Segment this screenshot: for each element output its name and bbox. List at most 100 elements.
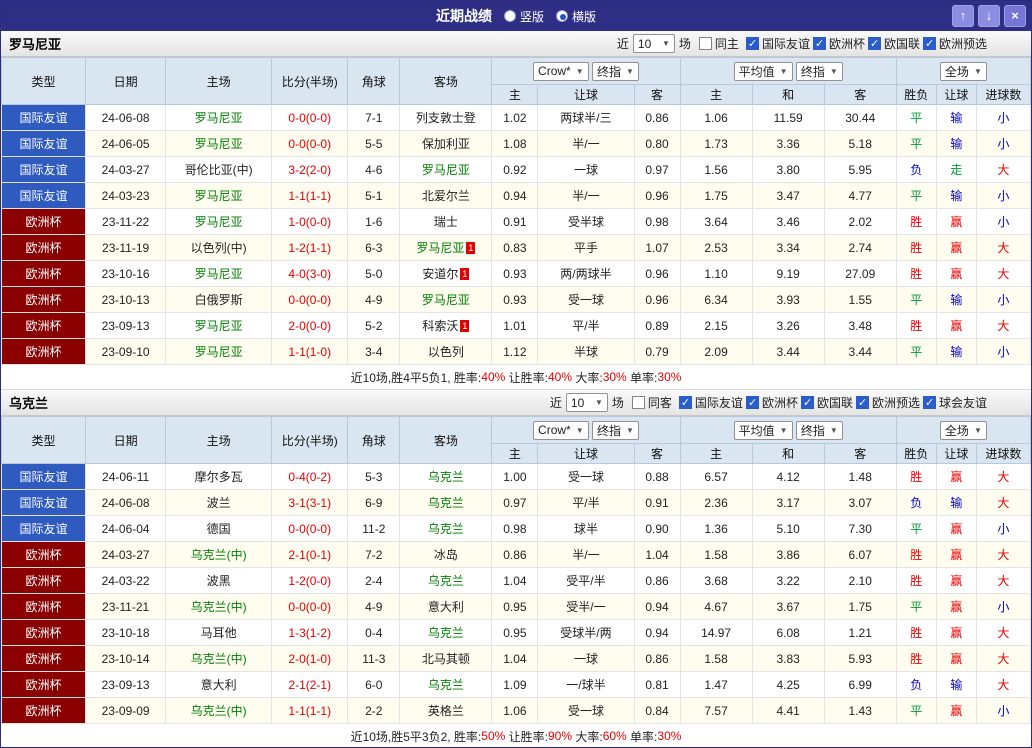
scope-select[interactable]: 全场 ▼ bbox=[939, 420, 987, 440]
corner-cell-text: 11-3 bbox=[362, 651, 386, 666]
handicap-result-cell-text: 赢 bbox=[950, 319, 963, 333]
home-team-cell: 罗马尼亚 bbox=[165, 104, 273, 131]
score-cell: 0-0(0-0) bbox=[271, 593, 349, 620]
euro-home-odds-cell-text: 2.36 bbox=[704, 495, 728, 510]
asia-away-odds-cell: 0.88 bbox=[633, 463, 681, 490]
match-result-cell-text: 平 bbox=[910, 704, 923, 718]
match-row: 欧洲杯 23-11-19 以色列(中) 1-2(1-1) 6-3 罗马尼亚 1 0.83 平手 1… bbox=[1, 234, 1031, 261]
date-cell: 23-10-16 bbox=[85, 260, 167, 287]
euro-home-odds-cell: 3.64 bbox=[679, 208, 753, 235]
home-team-cell-text: 罗马尼亚 bbox=[194, 345, 243, 359]
handicap-result-cell: 赢 bbox=[935, 234, 977, 261]
away-team-cell-text: 北爱尔兰 bbox=[421, 189, 470, 203]
asia-away-odds-cell: 0.98 bbox=[633, 208, 681, 235]
same-venue-checkbox[interactable]: 同主 bbox=[698, 35, 739, 52]
asia-away-odds-cell: 0.91 bbox=[633, 489, 681, 516]
asia-away-odds-cell: 0.80 bbox=[633, 130, 681, 157]
handicap-cell: 受一球 bbox=[537, 463, 635, 490]
league-filter-checkbox[interactable]: 欧国联 bbox=[867, 35, 920, 52]
team-section: 乌克兰 近 10 ▼ 场 同客 国际友谊欧洲杯欧国联欧洲预选球会友谊 bbox=[1, 390, 1031, 747]
bookmaker-select[interactable]: Crow* ▼ bbox=[533, 61, 589, 81]
checkbox-icon bbox=[812, 37, 826, 50]
away-team-cell: 乌克兰 bbox=[399, 515, 493, 542]
euro-draw-odds-cell: 3.26 bbox=[751, 312, 825, 339]
score-cell: 1-1(1-1) bbox=[271, 697, 349, 724]
handicap-result-cell-text: 赢 bbox=[950, 241, 963, 255]
layout-radio-vertical[interactable]: 竖版 bbox=[503, 8, 544, 25]
away-team-cell-text: 科索沃 bbox=[422, 319, 459, 333]
euro-avg-select[interactable]: 平均值 ▼ bbox=[733, 61, 793, 81]
euro-home-odds-cell: 1.36 bbox=[679, 515, 753, 542]
home-team-cell: 乌克兰(中) bbox=[165, 645, 273, 672]
table-head: 类型 日期 主场 比分(半场) 角球 客场 Crow* ▼ 终指 ▼ 平均值 ▼ 终指… bbox=[1, 57, 1031, 105]
asia-home-odds-cell-text: 1.09 bbox=[503, 677, 527, 692]
subcol-asia-away: 客 bbox=[633, 443, 681, 464]
scope-select[interactable]: 全场 ▼ bbox=[939, 61, 987, 81]
asia-away-odds-cell-text: 0.86 bbox=[645, 651, 669, 666]
close-button[interactable]: × bbox=[1004, 5, 1026, 27]
handicap-result-cell-text: 赢 bbox=[950, 600, 963, 614]
match-type-cell: 欧洲杯 bbox=[1, 260, 87, 287]
euro-final-odds-select[interactable]: 终指 ▼ bbox=[795, 61, 843, 81]
handicap-cell: 受半球 bbox=[537, 208, 635, 235]
layout-radio-horizontal[interactable]: 横版 bbox=[556, 8, 596, 25]
league-filter-checkbox[interactable]: 欧国联 bbox=[800, 394, 853, 411]
goals-result-cell: 大 bbox=[975, 541, 1031, 568]
summary-stat-value: 60% bbox=[602, 729, 627, 743]
league-filter-checkbox[interactable]: 国际友谊 bbox=[678, 394, 743, 411]
league-filter-checkbox[interactable]: 国际友谊 bbox=[745, 35, 810, 52]
asia-away-odds-cell-text: 0.98 bbox=[645, 214, 669, 229]
asia-home-odds-cell: 1.09 bbox=[491, 671, 539, 698]
home-team-cell: 罗马尼亚 bbox=[165, 182, 273, 209]
match-count-select[interactable]: 10 ▼ bbox=[632, 34, 675, 53]
date-cell: 23-11-19 bbox=[85, 234, 167, 261]
bookmaker-select[interactable]: Crow* ▼ bbox=[533, 420, 589, 440]
handicap-cell: 受半/一 bbox=[537, 593, 635, 620]
scroll-up-button[interactable]: ↑ bbox=[952, 5, 974, 27]
match-row: 国际友谊 24-06-08 罗马尼亚 0-0(0-0) 7-1 列支敦士登 1.02 两球半/… bbox=[1, 104, 1031, 131]
match-type-cell: 国际友谊 bbox=[1, 515, 87, 542]
col-header-date: 日期 bbox=[85, 57, 167, 105]
euro-odds-header: 平均值 ▼ 终指 ▼ bbox=[679, 416, 897, 444]
league-filter-checkbox[interactable]: 欧洲预选 bbox=[855, 394, 920, 411]
euro-draw-odds-cell: 3.46 bbox=[751, 208, 825, 235]
score-cell: 2-1(2-1) bbox=[271, 671, 349, 698]
handicap-cell-text: 受一球 bbox=[567, 704, 604, 718]
subcol-handicap-result: 让球 bbox=[935, 84, 977, 105]
match-row: 欧洲杯 23-09-09 乌克兰(中) 1-1(1-1) 2-2 英格兰 1.06 受一球 0.… bbox=[1, 697, 1031, 724]
away-team-cell-text: 列支敦士登 bbox=[415, 111, 476, 125]
date-cell: 23-09-10 bbox=[85, 338, 167, 365]
corner-cell: 4-6 bbox=[347, 156, 401, 183]
date-cell-text: 24-06-05 bbox=[101, 136, 150, 151]
team-section: 罗马尼亚 近 10 ▼ 场 同主 国际友谊欧洲杯欧国联欧洲预选 bbox=[1, 31, 1031, 390]
euro-draw-odds-cell: 3.80 bbox=[751, 156, 825, 183]
euro-away-odds-cell: 27.09 bbox=[823, 260, 897, 287]
summary-text: 单率: bbox=[626, 729, 658, 744]
asia-final-odds-select[interactable]: 终指 ▼ bbox=[591, 420, 639, 440]
chevron-down-icon: ▼ bbox=[973, 66, 982, 76]
filter-bar: 近 10 ▼ 场 同主 国际友谊 欧洲杯 欧国联 欧洲预选 bbox=[617, 34, 987, 53]
red-card-badge: 1 bbox=[460, 268, 470, 280]
match-count-select[interactable]: 10 ▼ bbox=[565, 393, 608, 412]
league-filter-checkbox[interactable]: 球会友谊 bbox=[922, 394, 987, 411]
euro-final-odds-select[interactable]: 终指 ▼ bbox=[795, 420, 843, 440]
league-filter-checkbox[interactable]: 欧洲预选 bbox=[922, 35, 987, 52]
scroll-down-button[interactable]: ↓ bbox=[978, 5, 1000, 27]
euro-avg-select[interactable]: 平均值 ▼ bbox=[733, 420, 793, 440]
handicap-cell-text: 两球半/三 bbox=[560, 111, 612, 125]
euro-home-odds-cell: 1.56 bbox=[679, 156, 753, 183]
goals-result-cell-text: 大 bbox=[997, 319, 1010, 333]
date-cell-text: 23-09-13 bbox=[101, 318, 150, 333]
away-team-cell: 乌克兰 bbox=[399, 463, 493, 490]
home-team-cell-text: 德国 bbox=[206, 522, 231, 536]
asia-home-odds-cell: 0.95 bbox=[491, 619, 539, 646]
same-venue-checkbox[interactable]: 同客 bbox=[631, 394, 672, 411]
euro-away-odds-cell: 6.99 bbox=[823, 671, 897, 698]
home-team-cell-text: 罗马尼亚 bbox=[194, 215, 243, 229]
match-type-cell-text: 欧洲杯 bbox=[25, 293, 62, 307]
league-filter-checkbox[interactable]: 欧洲杯 bbox=[812, 35, 865, 52]
league-filter-checkbox[interactable]: 欧洲杯 bbox=[745, 394, 798, 411]
score-cell-text: 1-1(1-1) bbox=[288, 188, 332, 203]
goals-result-cell-text: 大 bbox=[997, 626, 1010, 640]
asia-final-odds-select[interactable]: 终指 ▼ bbox=[591, 61, 639, 81]
